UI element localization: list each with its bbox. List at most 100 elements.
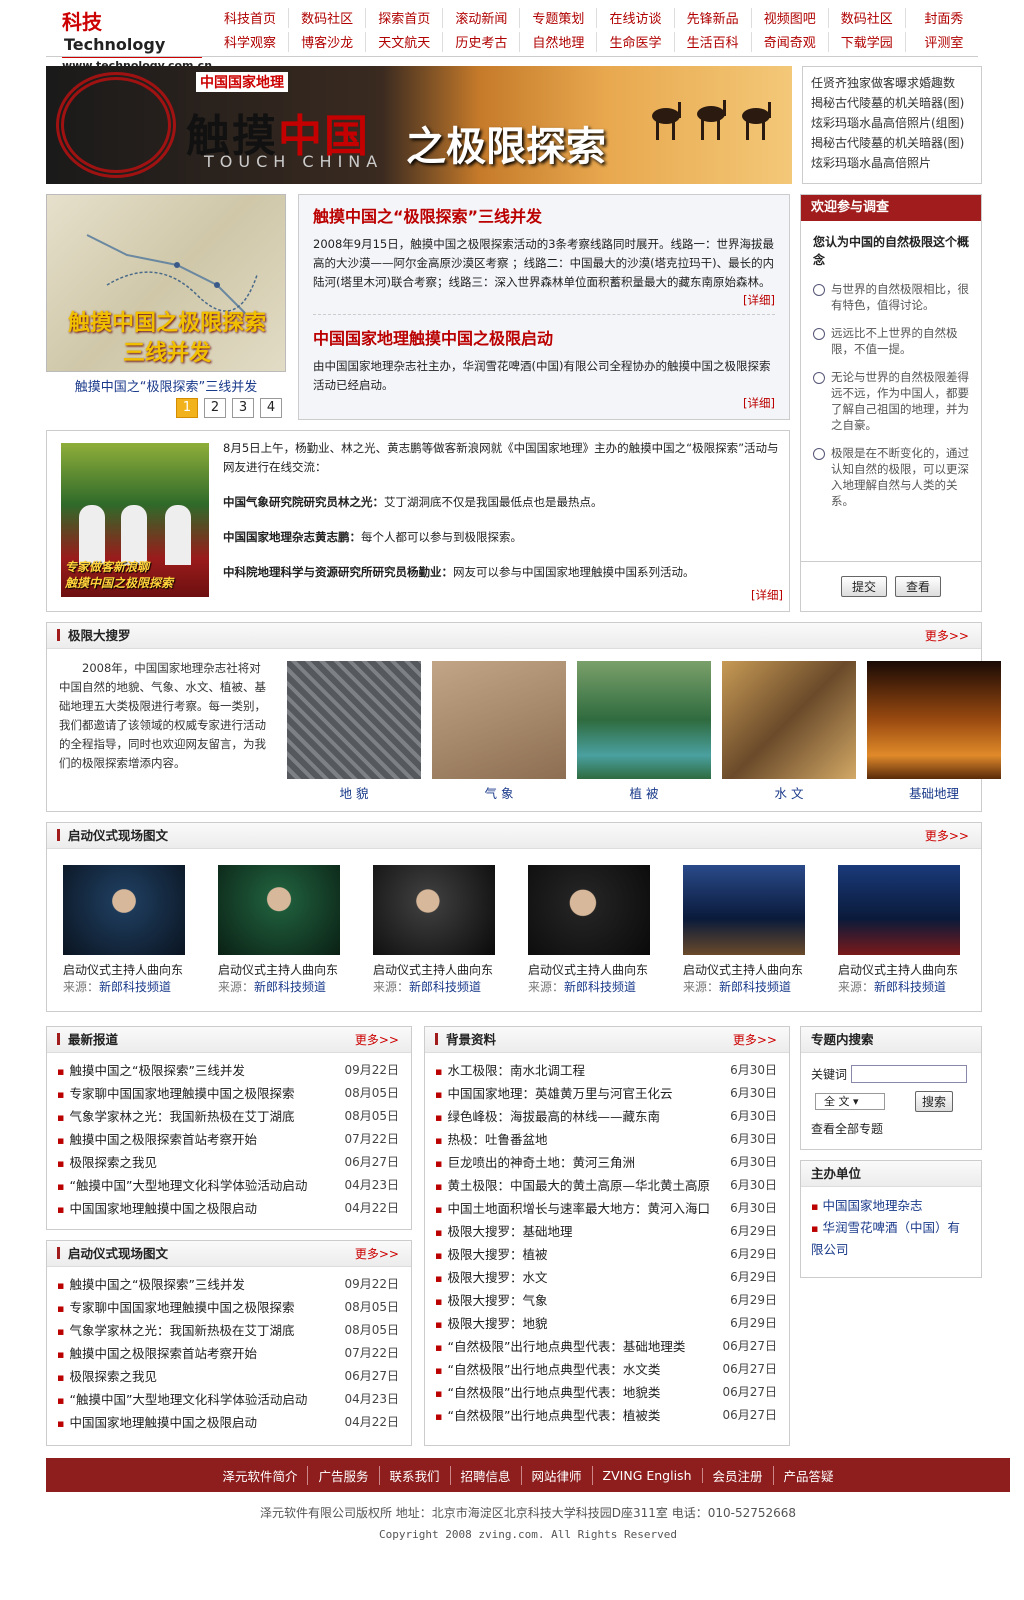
geography-photo[interactable] (867, 661, 1001, 779)
ceremony-photo[interactable] (218, 865, 340, 955)
list-item-title[interactable]: 专家聊中国国家地理触摸中国之极限探索 (57, 1082, 294, 1105)
list-item[interactable]: 极限大搜罗：植被 6月29日 (435, 1243, 777, 1266)
photo-caption[interactable]: 启动仪式主持人曲向东 (218, 961, 343, 978)
list-item-title[interactable]: 极限探索之我见 (57, 1151, 157, 1174)
list-item[interactable]: 绿色峰极：海拔最高的林线——藏东南 6月30日 (435, 1105, 777, 1128)
nav-link[interactable]: 自然地理 (520, 32, 598, 52)
category-caption[interactable]: 植 被 (577, 783, 711, 802)
footer-link[interactable]: 泽元软件简介 (212, 1465, 309, 1485)
search-button[interactable]: 搜索 (915, 1091, 954, 1112)
list-item[interactable]: 巨龙喷出的神奇土地：黄河三角洲 6月30日 (435, 1151, 777, 1174)
list-item-title[interactable]: 热极：吐鲁番盆地 (435, 1128, 547, 1151)
source-link[interactable]: 新郎科技频道 (409, 980, 481, 994)
category-card[interactable]: 植 被 (577, 661, 711, 802)
list-item-title[interactable]: “自然极限”出行地点典型代表：地貌类 (435, 1381, 660, 1404)
footer-link[interactable]: 招聘信息 (451, 1465, 522, 1485)
list-item[interactable]: 中国土地面积增长与速率最大地方：黄河入海口 6月30日 (435, 1197, 777, 1220)
radio-button[interactable] (813, 284, 825, 296)
list-item[interactable]: “自然极限”出行地点典型代表：基础地理类 06月27日 (435, 1335, 777, 1358)
site-logo[interactable]: 科技Technology www.technology.com.cn (62, 6, 212, 72)
category-card[interactable]: 基础地理 (867, 661, 1001, 802)
category-caption[interactable]: 气 象 (432, 783, 566, 802)
list-item-title[interactable]: 触摸中国之极限探索首站考察开始 (57, 1128, 257, 1151)
hydrology-photo[interactable] (722, 661, 856, 779)
source-link[interactable]: 新郎科技频道 (254, 980, 326, 994)
list-item-title[interactable]: “自然极限”出行地点典型代表：水文类 (435, 1358, 660, 1381)
news-title[interactable]: 中国国家地理触摸中国之极限启动 (313, 325, 775, 349)
list-item-title[interactable]: 极限大搜罗：植被 (435, 1243, 547, 1266)
footer-link[interactable]: 广告服务 (308, 1465, 380, 1485)
footer-link[interactable]: 网站律师 (522, 1465, 593, 1485)
list-item-title[interactable]: 极限大搜罗：气象 (435, 1289, 547, 1312)
ceremony-photo[interactable] (63, 865, 185, 955)
category-card[interactable]: 气 象 (432, 661, 566, 802)
list-item-title[interactable]: “触摸中国”大型地理文化科学体验活动启动 (57, 1174, 307, 1197)
more-link[interactable]: 更多>> (733, 1027, 777, 1053)
list-item-title[interactable]: 巨龙喷出的神奇土地：黄河三角洲 (435, 1151, 635, 1174)
list-item[interactable]: 热极：吐鲁番盆地 6月30日 (435, 1128, 777, 1151)
photo-caption[interactable]: 启动仪式主持人曲向东 (683, 961, 808, 978)
scope-select[interactable]: 全 文 ▾ (815, 1093, 885, 1110)
nav-link[interactable]: 封面秀 (906, 8, 982, 28)
nav-link[interactable]: 数码社区 (829, 8, 906, 28)
ceremony-photo[interactable] (683, 865, 805, 955)
news-title[interactable]: 触摸中国之“极限探索”三线并发 (313, 203, 775, 227)
landform-photo[interactable] (287, 661, 421, 779)
banner[interactable]: 中国国家地理 触摸中国 TOUCH CHINA 之极限探索 (46, 66, 792, 184)
news-more-link[interactable]: [详细] (313, 395, 775, 411)
list-item-title[interactable]: 触摸中国之“极限探索”三线并发 (57, 1059, 244, 1082)
footer-link[interactable]: 会员注册 (703, 1465, 774, 1485)
nav-link[interactable]: 奇闻奇观 (752, 32, 829, 52)
vegetation-photo[interactable] (577, 661, 711, 779)
list-item-title[interactable]: 极限大搜罗：水文 (435, 1266, 547, 1289)
host-link[interactable]: 华润雪花啤酒（中国）有限公司 (811, 1217, 971, 1260)
list-item-title[interactable]: 中国土地面积增长与速率最大地方：黄河入海口 (435, 1197, 710, 1220)
photo-caption[interactable]: 启动仪式主持人曲向东 (528, 961, 653, 978)
nav-link[interactable]: 科技首页 (212, 8, 290, 28)
list-item[interactable]: 极限大搜罗：基础地理 6月29日 (435, 1220, 777, 1243)
source-link[interactable]: 新郎科技频道 (564, 980, 636, 994)
category-caption[interactable]: 地 貌 (287, 783, 421, 802)
source-link[interactable]: 新郎科技频道 (719, 980, 791, 994)
ceremony-photo[interactable] (528, 865, 650, 955)
survey-option[interactable]: 与世界的自然极限相比，很有特色，值得讨论。 (801, 275, 981, 319)
nav-link[interactable]: 探索首页 (366, 8, 444, 28)
list-item-title[interactable]: “触摸中国”大型地理文化科学体验活动启动 (57, 1388, 307, 1411)
nav-link[interactable]: 科学观察 (212, 32, 290, 52)
list-item-title[interactable]: 黄土极限：中国最大的黄土高原—华北黄土高原 (435, 1174, 710, 1197)
list-item-title[interactable]: 中国国家地理触摸中国之极限启动 (57, 1411, 257, 1434)
radio-button[interactable] (813, 448, 825, 460)
map-slide-image[interactable]: 触摸中国之极限探索 三线并发 (46, 194, 286, 372)
nav-link[interactable]: 历史考古 (443, 32, 521, 52)
photo-caption[interactable]: 启动仪式主持人曲向东 (63, 961, 188, 978)
list-item-title[interactable]: “自然极限”出行地点典型代表：基础地理类 (435, 1335, 685, 1358)
more-link[interactable]: 更多>> (925, 623, 969, 649)
list-item-title[interactable]: 绿色峰极：海拔最高的林线——藏东南 (435, 1105, 660, 1128)
pager-page[interactable]: 2 (204, 398, 226, 418)
footer-link[interactable]: 联系我们 (380, 1465, 451, 1485)
ceremony-card[interactable]: 启动仪式主持人曲向东 来源：新郎科技频道 (373, 865, 498, 995)
more-link[interactable]: 更多>> (355, 1027, 399, 1053)
nav-link[interactable]: 数码社区 (289, 8, 367, 28)
survey-option[interactable]: 远远比不上世界的自然极限，不值一提。 (801, 319, 981, 363)
list-item[interactable]: 中国国家地理：英雄黄万里与河官王化云 6月30日 (435, 1082, 777, 1105)
list-item[interactable]: 极限大搜罗：水文 6月29日 (435, 1266, 777, 1289)
list-item[interactable]: “自然极限”出行地点典型代表：地貌类 06月27日 (435, 1381, 777, 1404)
list-item[interactable]: 极限大搜罗：地貌 6月29日 (435, 1312, 777, 1335)
nav-link[interactable]: 滚动新闻 (443, 8, 521, 28)
list-item[interactable]: 触摸中国之“极限探索”三线并发 09月22日 (57, 1273, 399, 1296)
list-item[interactable]: “自然极限”出行地点典型代表：水文类 06月27日 (435, 1358, 777, 1381)
banner-link[interactable]: 揭秘古代陵墓的机关暗器(图) (811, 133, 973, 153)
list-item-title[interactable]: 水工极限：南水北调工程 (435, 1059, 585, 1082)
list-item-title[interactable]: 专家聊中国国家地理触摸中国之极限探索 (57, 1296, 294, 1319)
ceremony-card[interactable]: 启动仪式主持人曲向东 来源：新郎科技频道 (63, 865, 188, 995)
footer-link[interactable]: ZVING English (593, 1467, 703, 1483)
pager-page[interactable]: 1 (176, 398, 198, 418)
banner-link[interactable]: 炫彩玛瑙水晶高倍照片 (811, 153, 973, 173)
category-card[interactable]: 地 貌 (287, 661, 421, 802)
list-item-title[interactable]: 中国国家地理触摸中国之极限启动 (57, 1197, 257, 1220)
nav-link[interactable]: 生命医学 (597, 32, 675, 52)
survey-option[interactable]: 极限是在不断变化的，通过认知自然的极限，可以更深入地理解自然与人类的关系。 (801, 439, 981, 515)
list-item[interactable]: 专家聊中国国家地理触摸中国之极限探索 08月05日 (57, 1082, 399, 1105)
nav-link[interactable]: 博客沙龙 (289, 32, 367, 52)
